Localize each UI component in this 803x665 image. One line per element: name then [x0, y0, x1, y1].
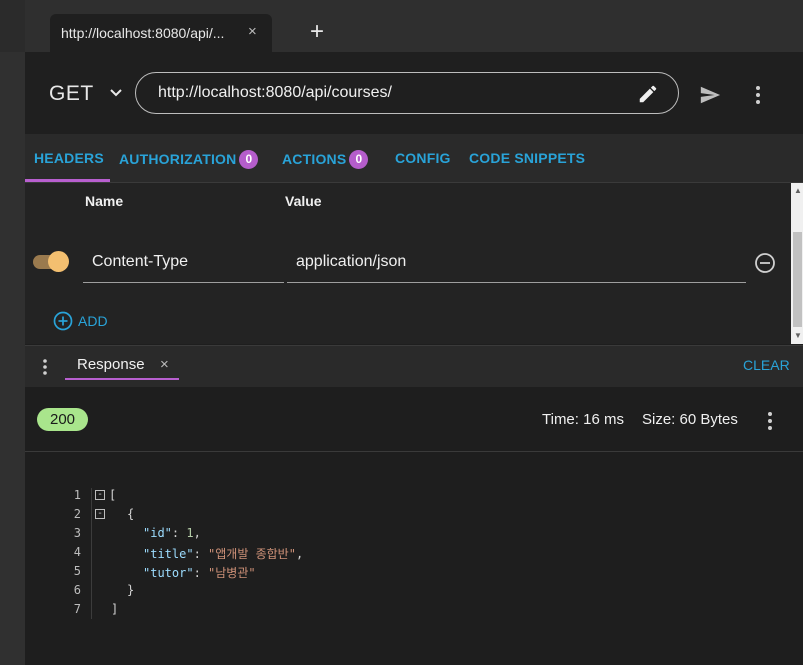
left-strip	[0, 0, 25, 665]
line-number: 6	[73, 583, 81, 597]
left-strip-top	[0, 0, 25, 52]
new-tab-button[interactable]: +	[310, 20, 324, 44]
tab-authorization[interactable]: AUTHORIZATION 0	[119, 150, 259, 169]
field-underline	[83, 282, 284, 283]
gutter-divider	[91, 488, 92, 619]
send-icon[interactable]	[698, 84, 722, 111]
tab-code-snippets-label: CODE SNIPPETS	[469, 150, 586, 166]
method-select[interactable]: GET	[49, 82, 94, 106]
scrollbar-thumb[interactable]	[793, 232, 802, 327]
code-line-6: }	[127, 583, 135, 597]
close-icon[interactable]: ×	[248, 23, 257, 40]
line-number: 3	[73, 526, 81, 540]
tab-actions-label: ACTIONS	[282, 151, 347, 167]
status-badge: 200	[37, 408, 88, 431]
more-vert-icon[interactable]	[38, 357, 52, 382]
field-underline	[287, 282, 746, 283]
remove-circle-icon[interactable]	[754, 252, 776, 279]
scroll-down-arrow[interactable]: ▼	[794, 331, 802, 340]
tab-config[interactable]: CONFIG	[395, 150, 451, 166]
add-circle-icon	[53, 311, 73, 331]
tab-config-label: CONFIG	[395, 150, 451, 166]
chevron-down-icon[interactable]	[108, 85, 124, 106]
add-label: ADD	[78, 313, 108, 329]
tab-headers-label: HEADERS	[34, 150, 104, 166]
code-line-4: "title": "앱개발 종합반",	[143, 547, 304, 561]
response-size: Size: 60 Bytes	[642, 411, 738, 428]
header-name-field[interactable]: Content-Type	[92, 253, 188, 271]
tab-code-snippets[interactable]: CODE SNIPPETS	[469, 150, 585, 166]
fold-toggle[interactable]: -	[95, 490, 105, 500]
url-text[interactable]: http://localhost:8080/api/courses/	[158, 84, 392, 102]
more-vert-icon[interactable]	[762, 411, 778, 436]
count-badge: 0	[239, 150, 259, 169]
line-number: 7	[73, 602, 81, 616]
active-tab-indicator	[25, 179, 110, 182]
tab-headers[interactable]: HEADERS	[34, 150, 104, 166]
line-number: 4	[73, 545, 81, 559]
code-line-5: "tutor": "남병관"	[143, 566, 256, 580]
code-line-3: "id": 1,	[143, 526, 201, 540]
response-time: Time: 16 ms	[542, 411, 624, 428]
line-number: 1	[73, 488, 81, 502]
clear-button[interactable]: CLEAR	[743, 357, 790, 373]
close-icon[interactable]: ×	[160, 356, 169, 373]
scroll-up-arrow[interactable]: ▲	[794, 186, 802, 195]
tab-response[interactable]: Response	[77, 356, 145, 373]
code-line-7: ]	[111, 602, 119, 616]
request-tab[interactable]: http://localhost:8080/api/... ×	[50, 14, 272, 52]
tab-actions[interactable]: ACTIONS 0	[282, 150, 369, 169]
add-header-button[interactable]: ADD	[53, 311, 108, 331]
line-number: 5	[73, 564, 81, 578]
pencil-icon[interactable]	[637, 83, 659, 110]
code-line-1: [	[109, 488, 117, 502]
column-header-name: Name	[85, 193, 124, 209]
toggle-thumb[interactable]	[48, 251, 69, 272]
tab-authorization-label: AUTHORIZATION	[119, 151, 237, 167]
response-body[interactable]	[25, 452, 803, 665]
more-vert-icon[interactable]	[750, 84, 766, 111]
code-line-2: {	[127, 507, 135, 521]
count-badge: 0	[349, 150, 369, 169]
request-tab-title: http://localhost:8080/api/...	[61, 25, 225, 41]
column-header-value: Value	[285, 193, 322, 209]
fold-toggle[interactable]: -	[95, 509, 105, 519]
plus-icon: +	[310, 18, 325, 45]
header-value-field[interactable]: application/json	[296, 253, 406, 271]
line-number: 2	[73, 507, 81, 521]
active-tab-indicator	[65, 378, 179, 380]
